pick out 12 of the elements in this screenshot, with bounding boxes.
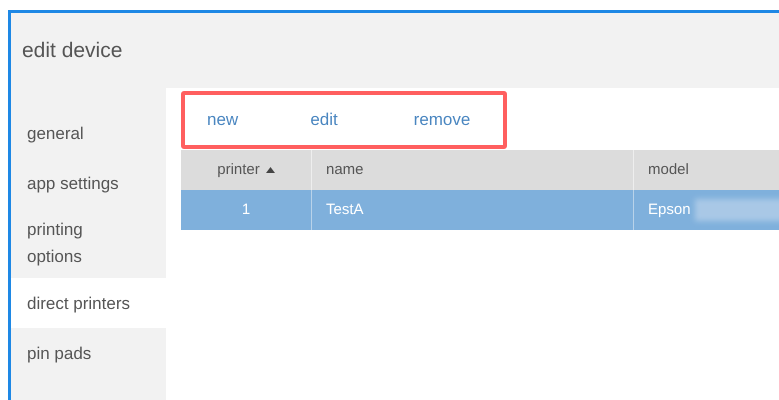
toolbar-link[interactable]: edit [310,107,400,133]
sidebar-item[interactable]: printing options [11,208,166,278]
sidebar-item[interactable]: app settings [11,158,166,208]
sidebar-item[interactable]: pin pads [11,328,166,378]
sidebar-item[interactable]: direct printers [11,278,166,328]
toolbar-link[interactable]: remove [414,107,503,133]
table-cell-text: TestA [326,200,364,220]
sidebar-item[interactable]: general [11,108,166,158]
toolbar-link[interactable]: new [207,107,296,133]
window-title: edit device [22,38,122,64]
table-cell-text: 1 [242,200,250,220]
table-cell-text: Epson [648,200,691,220]
